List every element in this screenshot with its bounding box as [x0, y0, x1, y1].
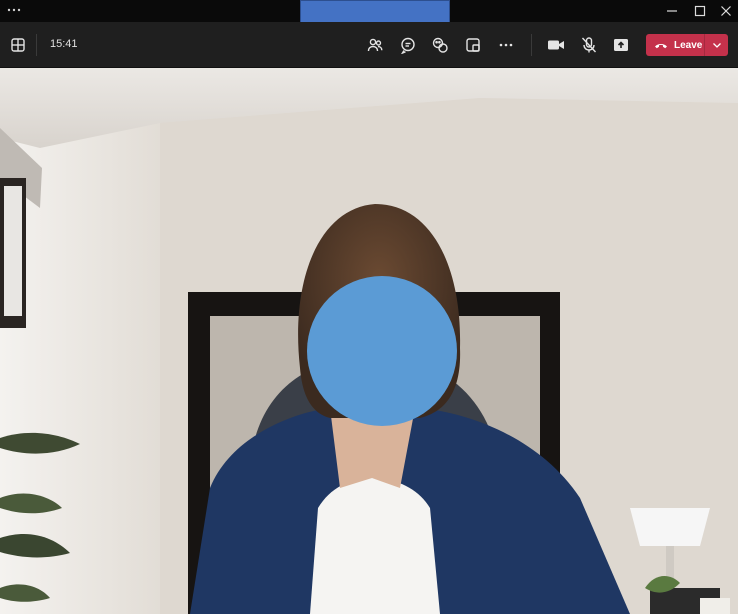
people-icon[interactable]	[364, 34, 386, 56]
camera-icon[interactable]	[545, 34, 567, 56]
share-icon[interactable]	[610, 34, 632, 56]
meeting-clock: 15:41	[50, 38, 78, 50]
divider	[36, 34, 37, 56]
meeting-toolbar: 15:41 Leave	[0, 22, 738, 68]
minimize-icon[interactable]	[662, 2, 682, 20]
grid-layout-icon[interactable]	[7, 34, 29, 56]
react-icon[interactable]	[429, 34, 451, 56]
leave-main[interactable]: Leave	[646, 34, 704, 56]
rooms-icon[interactable]	[462, 34, 484, 56]
chat-icon[interactable]	[397, 34, 419, 56]
leave-button[interactable]: Leave	[646, 34, 728, 56]
more-horizontal-icon[interactable]	[6, 2, 22, 18]
leave-label: Leave	[674, 39, 703, 51]
chevron-down-icon	[712, 43, 721, 48]
face-redaction	[307, 276, 457, 426]
close-icon[interactable]	[716, 2, 736, 20]
title-bar	[0, 0, 738, 26]
maximize-icon[interactable]	[690, 2, 710, 20]
phone-hangup-icon	[655, 43, 667, 49]
participant-video	[0, 68, 738, 614]
video-stage	[0, 68, 738, 614]
more-icon[interactable]	[495, 34, 517, 56]
divider	[531, 34, 532, 56]
leave-options-button[interactable]	[705, 34, 728, 56]
mic-off-icon[interactable]	[578, 34, 600, 56]
